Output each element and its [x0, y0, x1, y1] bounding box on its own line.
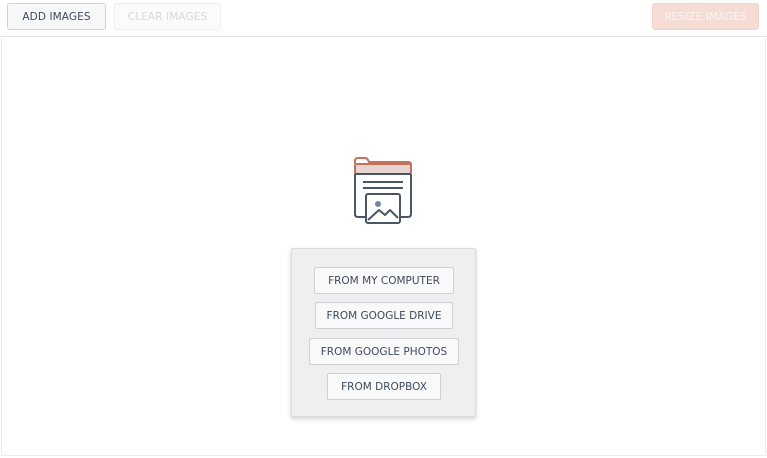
folder-image-icon: [354, 157, 412, 224]
from-dropbox-button[interactable]: FROM DROPBOX: [327, 373, 441, 400]
from-my-computer-button[interactable]: FROM MY COMPUTER: [314, 267, 454, 294]
from-google-drive-button[interactable]: FROM GOOGLE DRIVE: [315, 302, 453, 329]
resize-images-button[interactable]: RESIZE IMAGES: [652, 3, 759, 30]
clear-images-button[interactable]: CLEAR IMAGES: [114, 3, 221, 30]
upload-source-menu: FROM MY COMPUTER FROM GOOGLE DRIVE FROM …: [291, 248, 476, 417]
add-images-button[interactable]: ADD IMAGES: [7, 3, 106, 30]
toolbar: ADD IMAGES CLEAR IMAGES RESIZE IMAGES: [0, 0, 767, 37]
from-google-photos-button[interactable]: FROM GOOGLE PHOTOS: [309, 338, 459, 365]
